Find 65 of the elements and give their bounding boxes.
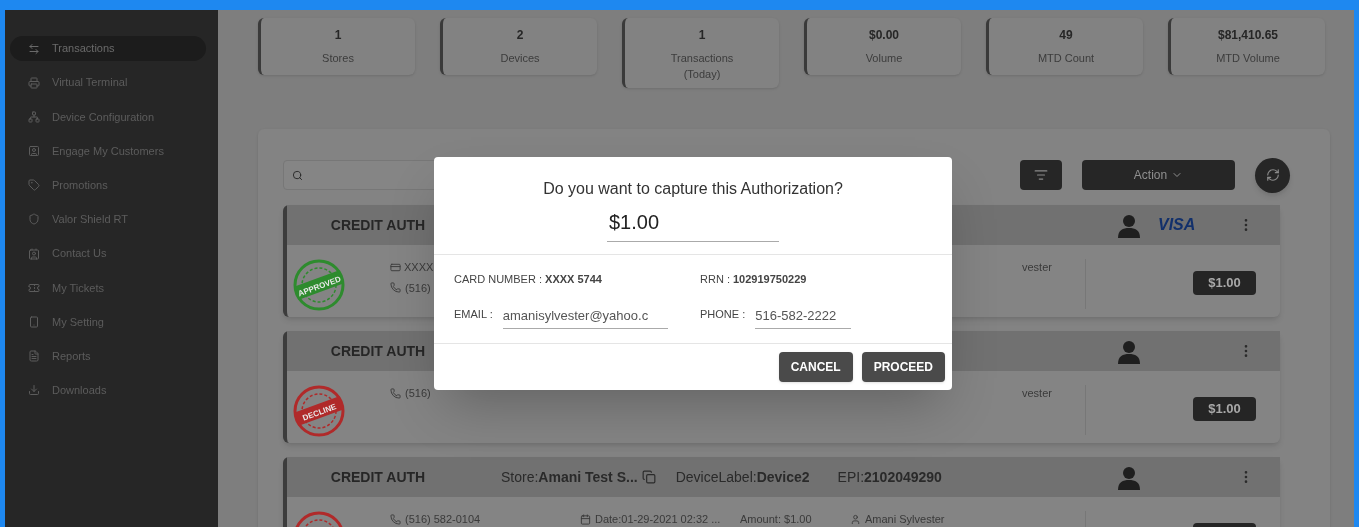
phone-label: PHONE : <box>700 306 746 322</box>
filter-icon <box>1034 168 1048 182</box>
stat-value: 49 <box>1059 27 1073 44</box>
stat-value: $0.00 <box>869 27 899 44</box>
stat-value: 1 <box>698 27 706 44</box>
customer-name: vester <box>1022 386 1052 401</box>
date-text: Date:01-29-2021 02:32 ... <box>595 512 721 527</box>
phone-icon <box>390 387 401 399</box>
printer-icon <box>28 76 40 89</box>
search-icon <box>292 169 303 181</box>
file-icon <box>28 350 40 363</box>
stat-label: Volume <box>865 51 903 66</box>
card-number-field: CARD NUMBER : XXXX 5744 <box>454 271 700 288</box>
epi-label: EPI:2102049290 <box>837 467 942 487</box>
store-label: Store:Amani Test S... <box>501 467 638 487</box>
email-label: EMAIL : <box>454 306 493 322</box>
stat-value: $81,410.65 <box>1217 27 1279 44</box>
stat-value: 2 <box>516 27 524 44</box>
amount-text: Amount: $1.00 <box>740 513 812 525</box>
transaction-type: CREDIT AUTH <box>329 467 427 487</box>
agent-icon <box>1116 212 1142 238</box>
stat-value: 1 <box>334 27 342 44</box>
transaction-type: CREDIT AUTH <box>329 215 427 235</box>
stat-label: Devices <box>500 51 540 66</box>
contact-card-icon <box>28 145 40 158</box>
stat-label: MTD Count <box>1037 51 1095 66</box>
sidebar-item[interactable]: Transactions <box>10 36 206 61</box>
visa-logo: VISA <box>1158 215 1197 235</box>
stat-label: MTD Volume <box>1216 51 1280 66</box>
card-number: XXXX <box>404 260 434 275</box>
phone-number: (516) 582-0104 <box>405 512 481 527</box>
arrows-icon <box>28 42 40 55</box>
email-field[interactable]: amanisylvester@yahoo.c <box>502 305 668 329</box>
shield-icon <box>28 213 40 226</box>
amount-field[interactable]: $1.00 <box>607 207 779 242</box>
action-button[interactable]: Action <box>1082 160 1235 190</box>
amount-button[interactable]: $1.00 <box>1193 271 1256 295</box>
rrn-field: RRN : 102919750229 <box>700 271 932 288</box>
phone-number: (516) <box>405 280 431 296</box>
customer-name: Amani Sylvester <box>865 512 945 527</box>
device-label: DeviceLabel:Device2 <box>675 467 810 487</box>
refresh-icon <box>1265 168 1280 182</box>
customer-name: vester <box>1022 260 1052 275</box>
stat-label: Transactions (Today) <box>669 51 735 82</box>
id-badge-icon <box>28 247 40 260</box>
phone-icon <box>28 316 40 328</box>
copy-icon[interactable] <box>641 470 656 484</box>
network-icon <box>28 110 40 123</box>
stat-label: Stores <box>322 51 354 66</box>
agent-icon <box>1116 464 1142 490</box>
transaction-type: CREDIT AUTH <box>329 341 427 361</box>
filter-button[interactable] <box>1020 160 1062 190</box>
refresh-button[interactable] <box>1255 157 1290 193</box>
agent-icon <box>1116 338 1142 364</box>
card-icon <box>390 261 401 273</box>
phone-field[interactable]: 516-582-2222 <box>755 305 852 329</box>
download-icon <box>28 384 40 397</box>
amount-button[interactable]: $1.00 <box>1193 397 1256 421</box>
proceed-button[interactable]: PROCEED <box>861 352 945 382</box>
ticket-icon <box>28 281 40 294</box>
dialog-title: Do you want to capture this Authorization? <box>543 179 843 199</box>
phone-icon <box>390 282 401 294</box>
cancel-button[interactable]: CANCEL <box>778 352 853 382</box>
tag-icon <box>28 179 40 192</box>
phone-number: (516) <box>405 386 431 401</box>
